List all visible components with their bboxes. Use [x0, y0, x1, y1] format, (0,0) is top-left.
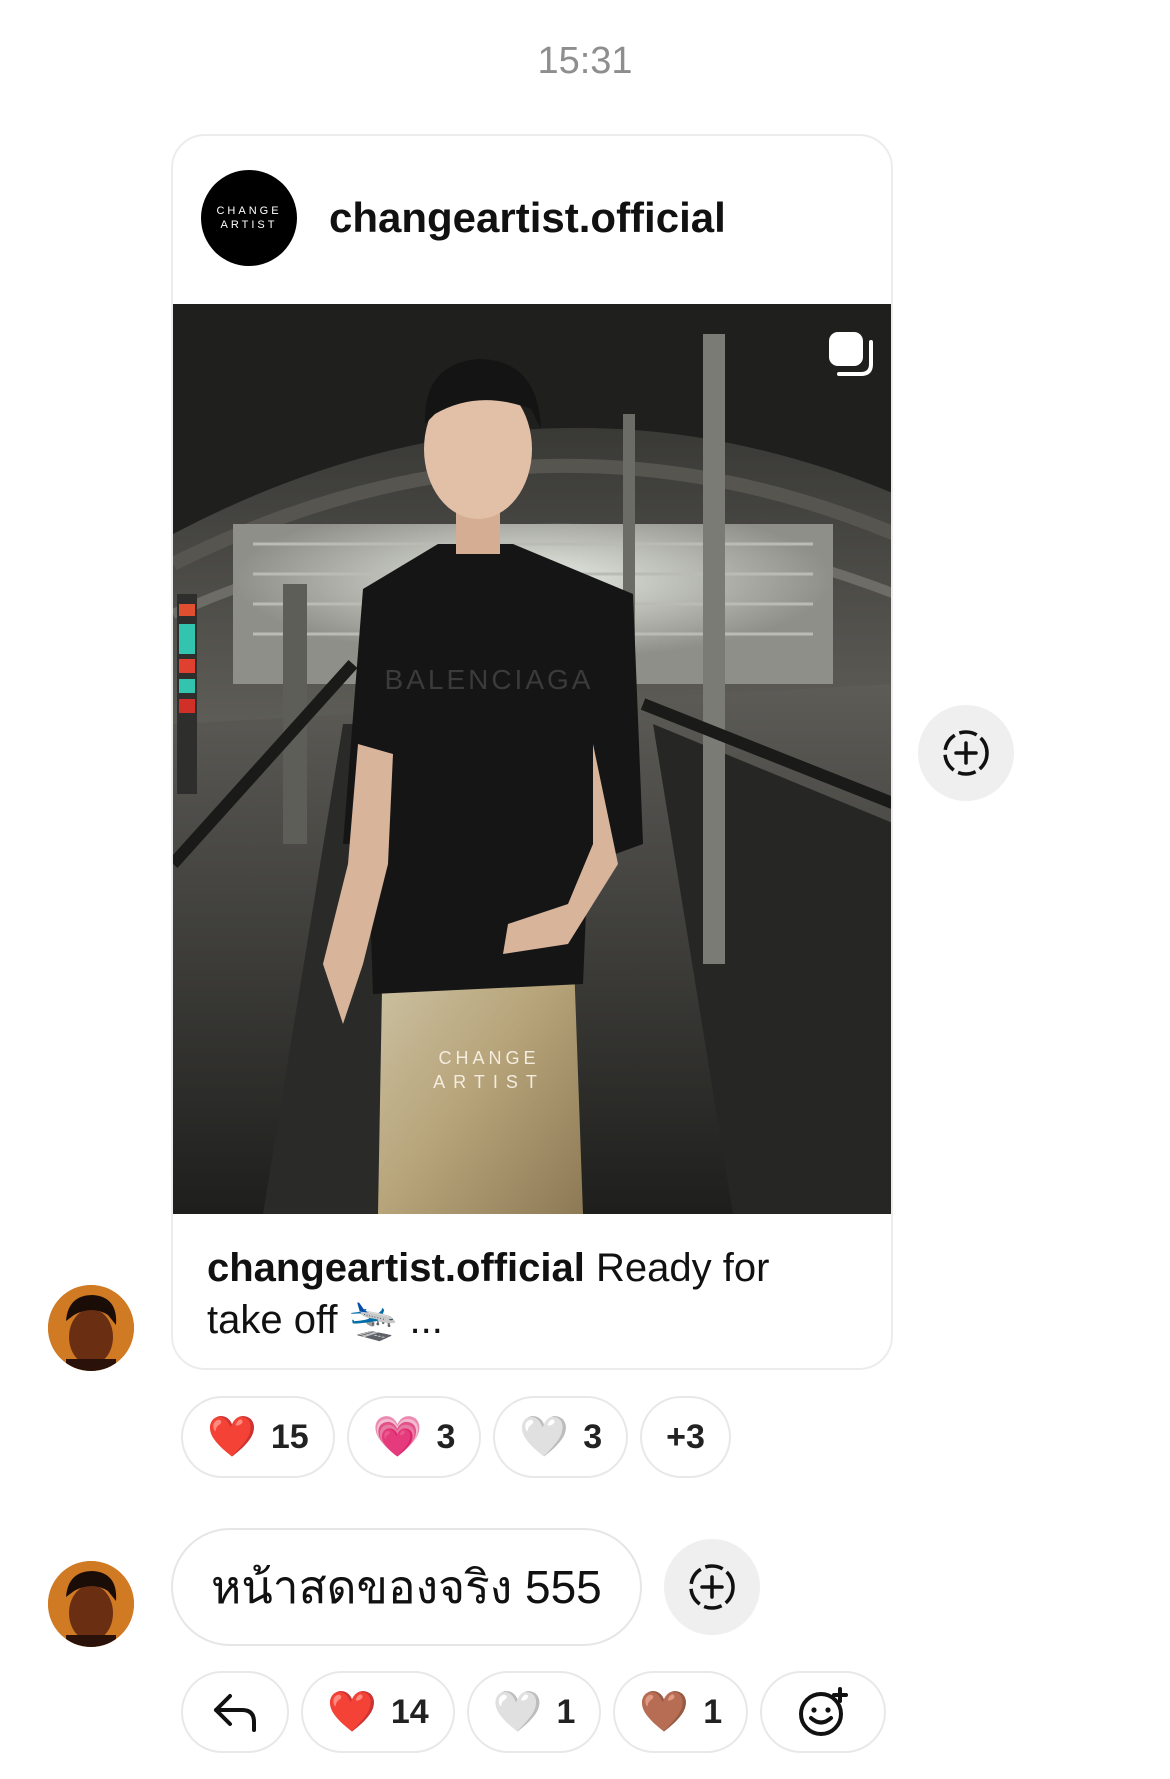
post-caption[interactable]: changeartist.official Ready for take off… — [207, 1242, 847, 1346]
reaction-pill-brown-heart[interactable]: 🤎 1 — [613, 1671, 749, 1753]
message-bubble[interactable]: หน้าสดของจริง 555 — [171, 1528, 642, 1646]
white-heart-icon: 🤍 — [519, 1414, 570, 1460]
reply-arrow-icon — [214, 1694, 256, 1732]
message-text: หน้าสดของจริง 555 — [211, 1560, 602, 1613]
sender-avatar[interactable] — [48, 1561, 134, 1647]
carousel-icon — [829, 332, 873, 376]
reply-button[interactable] — [181, 1671, 289, 1753]
add-reaction-icon — [689, 1564, 735, 1610]
reaction-count: 3 — [583, 1417, 603, 1456]
post-add-reaction-button[interactable] — [918, 705, 1014, 801]
post-author-username[interactable]: changeartist.official — [329, 194, 726, 242]
reaction-pill-red-heart[interactable]: ❤️ 15 — [181, 1396, 335, 1478]
post-author-avatar[interactable]: CHANGE ARTIST — [201, 170, 297, 266]
reaction-count: 1 — [556, 1692, 576, 1731]
white-heart-icon: 🤍 — [492, 1689, 543, 1735]
message-actions-row: ❤️ 14 🤍 1 🤎 1 — [181, 1671, 887, 1753]
reaction-count: 15 — [270, 1417, 309, 1456]
avatar-portrait — [48, 1561, 134, 1647]
shared-post-card[interactable]: CHANGE ARTIST changeartist.official BALE… — [171, 134, 893, 1370]
shirt-logo: BALENCIAGA — [385, 664, 594, 695]
reaction-count: 3 — [436, 1417, 456, 1456]
reaction-count: 1 — [703, 1692, 723, 1731]
avatar-portrait — [48, 1285, 134, 1371]
post-header[interactable]: CHANGE ARTIST changeartist.official — [173, 136, 891, 304]
reaction-pill-more[interactable]: +3 — [640, 1396, 731, 1478]
reaction-pill-pink-heart[interactable]: 💗 3 — [346, 1396, 482, 1478]
more-reactions-count: +3 — [666, 1417, 705, 1456]
post-photo[interactable]: BALENCIAGA CHANGE ARTIST — [173, 304, 891, 1214]
avatar-logo-line2: ARTIST — [220, 219, 278, 231]
add-emoji-button[interactable] — [760, 1671, 887, 1753]
reaction-pill-red-heart[interactable]: ❤️ 14 — [301, 1671, 455, 1753]
add-reaction-icon — [943, 730, 989, 776]
post-photo-illustration: BALENCIAGA CHANGE ARTIST — [173, 304, 891, 1214]
message-timestamp: 15:31 — [537, 40, 633, 82]
reaction-count: 14 — [390, 1692, 429, 1731]
add-emoji-icon — [799, 1687, 849, 1736]
photo-watermark-line1: CHANGE — [438, 1048, 539, 1068]
reaction-pill-white-heart[interactable]: 🤍 3 — [493, 1396, 629, 1478]
brown-heart-icon: 🤎 — [639, 1689, 690, 1735]
reaction-pill-white-heart[interactable]: 🤍 1 — [466, 1671, 602, 1753]
red-heart-icon: ❤️ — [327, 1689, 377, 1735]
caption-username[interactable]: changeartist.official — [207, 1246, 585, 1290]
red-heart-icon: ❤️ — [207, 1414, 257, 1460]
pink-heart-icon: 💗 — [372, 1414, 423, 1460]
avatar-logo-line1: CHANGE — [216, 205, 282, 217]
message-add-reaction-button[interactable] — [664, 1539, 760, 1635]
photo-watermark-line2: ARTIST — [433, 1072, 545, 1092]
post-reactions-row: ❤️ 15 💗 3 🤍 3 +3 — [181, 1396, 731, 1478]
sender-avatar[interactable] — [48, 1285, 134, 1371]
